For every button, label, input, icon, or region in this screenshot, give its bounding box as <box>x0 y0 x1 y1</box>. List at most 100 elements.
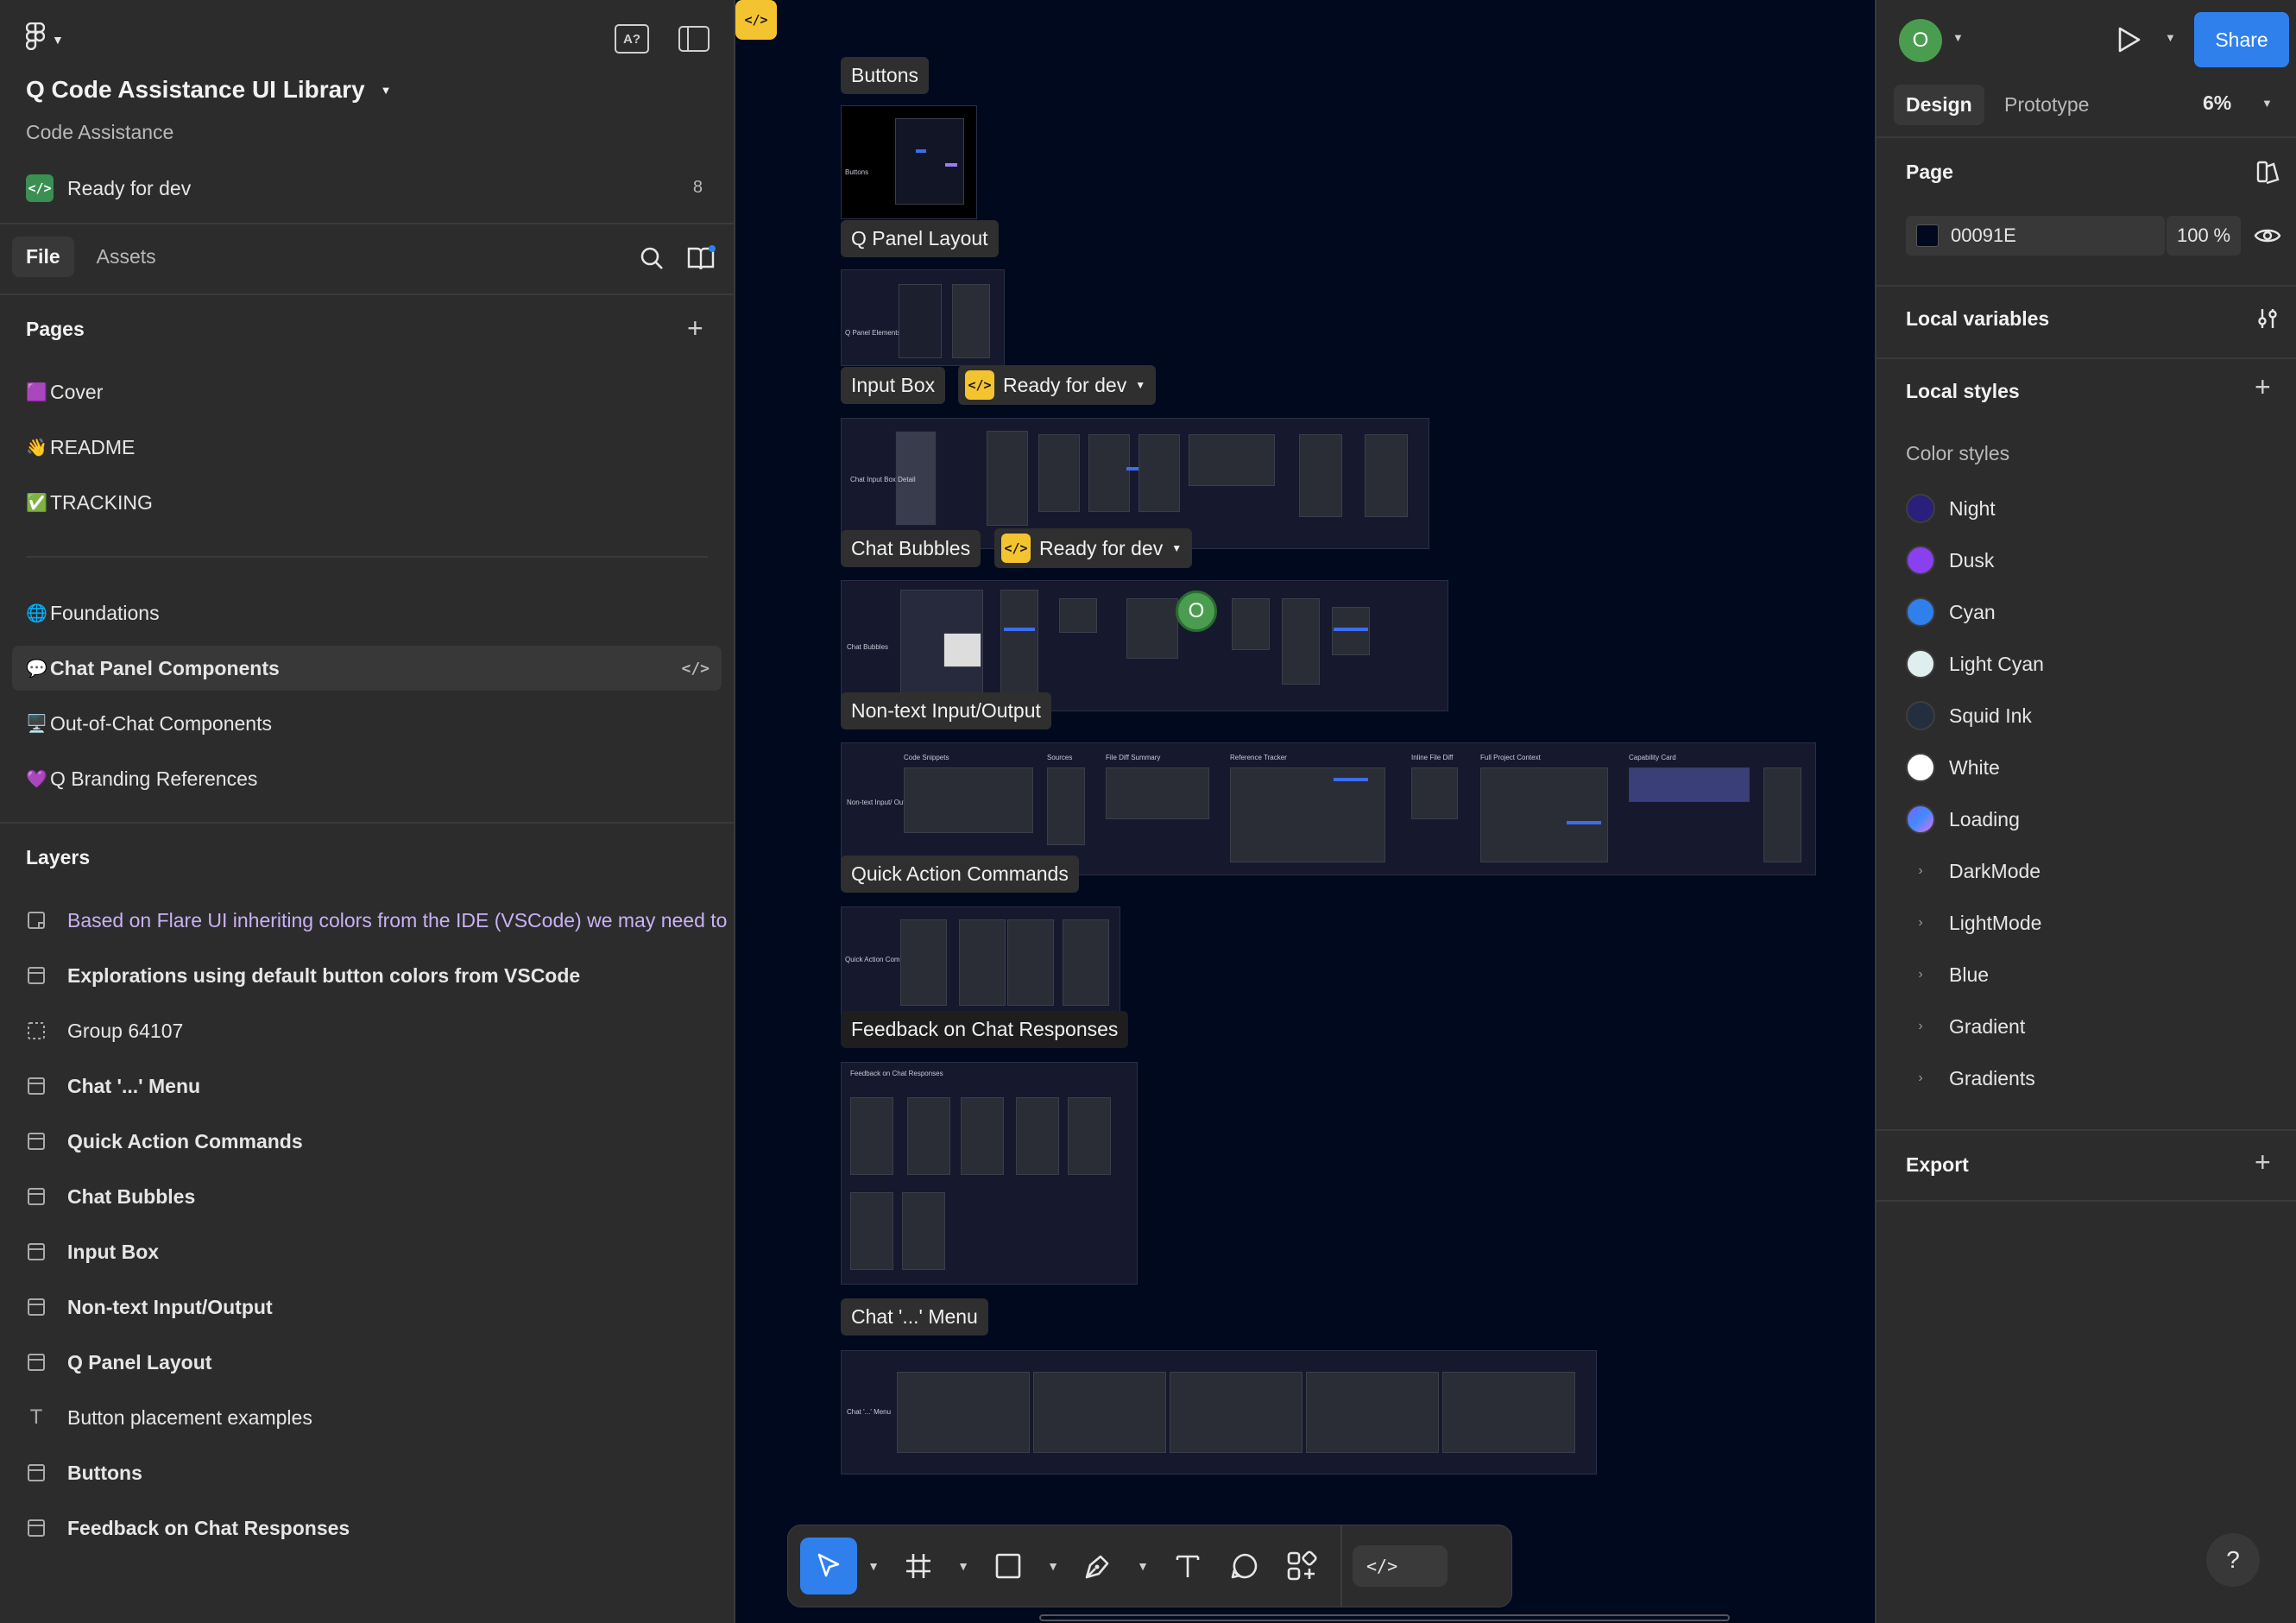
layer-item[interactable]: Chat '...' Menu <box>26 1063 735 1109</box>
page-styles-icon[interactable] <box>2255 159 2280 185</box>
chevron-right-icon: › <box>1918 1019 1923 1033</box>
opacity-value: 100 <box>2177 224 2209 246</box>
color-style-dusk[interactable]: Dusk <box>1906 539 2268 582</box>
move-tool-button[interactable] <box>800 1538 857 1595</box>
section-label-quick-action-commands[interactable]: Quick Action Commands <box>841 856 1079 893</box>
quick-action-commands-frame[interactable]: Quick Action Commands <box>841 906 1120 1019</box>
page-item-chat-panel-components[interactable]: 💬 Chat Panel Components </> <box>12 646 722 691</box>
layer-item[interactable]: Q Panel Layout <box>26 1339 735 1386</box>
tab-prototype[interactable]: Prototype <box>1992 85 2101 125</box>
layer-item[interactable]: Chat Bubbles <box>26 1173 735 1220</box>
layer-label: Chat '...' Menu <box>67 1074 201 1097</box>
chevron-down-icon[interactable]: ▼ <box>1952 31 1964 44</box>
page-heading: Page <box>1906 161 1953 183</box>
ready-for-dev-tag[interactable]: </> Ready for dev ▼ <box>958 365 1157 405</box>
color-style-cyan[interactable]: Cyan <box>1906 590 2268 634</box>
page-item-tracking[interactable]: ✅ TRACKING <box>12 480 722 525</box>
section-label-buttons[interactable]: Buttons <box>841 57 929 94</box>
chevron-down-icon[interactable]: ▼ <box>947 1538 980 1595</box>
eye-icon[interactable] <box>2253 221 2282 250</box>
frame-label: Feedback on Chat Responses <box>850 1070 943 1077</box>
section-label-feedback-on-chat-responses[interactable]: Feedback on Chat Responses <box>841 1011 1129 1048</box>
tab-assets[interactable]: Assets <box>83 237 170 277</box>
shape-tool-button[interactable] <box>980 1538 1037 1595</box>
style-group-darkmode[interactable]: › DarkMode <box>1906 849 2268 893</box>
actions-tool-button[interactable] <box>1273 1538 1330 1595</box>
pen-tool-button[interactable] <box>1069 1538 1126 1595</box>
dev-code-icon[interactable]: </> <box>735 0 777 40</box>
tab-file[interactable]: File <box>12 237 74 277</box>
page-item-out-of-chat-components[interactable]: 🖥️ Out-of-Chat Components <box>12 701 722 746</box>
fill-swatch[interactable] <box>1916 224 1939 247</box>
layer-item[interactable]: Quick Action Commands <box>26 1118 735 1165</box>
ready-for-dev-tag[interactable]: </> Ready for dev ▼ <box>994 528 1193 568</box>
main-menu-button[interactable]: ▼ <box>25 22 64 56</box>
collaborator-avatar[interactable]: O <box>1176 590 1217 632</box>
style-group-blue[interactable]: › Blue <box>1906 953 2268 996</box>
layer-item[interactable]: T Button placement examples <box>26 1394 735 1441</box>
user-avatar[interactable]: O <box>1899 19 1942 62</box>
tab-design[interactable]: Design <box>1894 85 1984 125</box>
search-icon[interactable] <box>637 243 666 273</box>
color-style-night[interactable]: Night <box>1906 487 2268 530</box>
chevron-down-icon[interactable]: ▼ <box>1037 1538 1069 1595</box>
add-style-icon[interactable]: + <box>2255 373 2271 401</box>
zoom-level[interactable]: 6% <box>2203 92 2231 115</box>
frame-tool-button[interactable] <box>890 1538 947 1595</box>
comment-tool-button[interactable] <box>1216 1538 1273 1595</box>
buttons-frame[interactable]: Buttons <box>841 105 977 219</box>
layer-item[interactable]: Input Box <box>26 1228 735 1275</box>
sidebar-toggle-icon[interactable] <box>678 26 710 52</box>
text-tool-button[interactable] <box>1159 1538 1216 1595</box>
color-style-white[interactable]: White <box>1906 746 2268 789</box>
page-label: Out-of-Chat Components <box>50 711 272 735</box>
horizontal-scrollbar[interactable] <box>1039 1614 1730 1621</box>
ai-toggle-icon[interactable]: A? <box>615 24 649 54</box>
chevron-down-icon[interactable]: ▼ <box>2165 31 2176 44</box>
chevron-down-icon[interactable]: ▼ <box>1126 1538 1159 1595</box>
local-variables-heading[interactable]: Local variables <box>1906 307 2049 331</box>
section-label-non-text-input-output[interactable]: Non-text Input/Output <box>841 692 1051 729</box>
layer-item[interactable]: Explorations using default button colors… <box>26 952 735 999</box>
page-item-foundations[interactable]: 🌐 Foundations <box>12 590 722 635</box>
layer-item[interactable]: Group 64107 <box>26 1007 735 1054</box>
cursor-icon <box>817 1553 840 1577</box>
page-opacity-input[interactable]: 100 % <box>2167 216 2241 256</box>
color-style-squid-ink[interactable]: Squid Ink <box>1906 694 2268 737</box>
present-icon[interactable] <box>2113 24 2144 55</box>
section-label-chat-bubbles[interactable]: Chat Bubbles <box>841 530 981 567</box>
section-label-q-panel-layout[interactable]: Q Panel Layout <box>841 220 999 257</box>
q-panel-layout-frame[interactable]: Q Panel Elements <box>841 269 1005 366</box>
library-icon[interactable] <box>685 243 716 273</box>
ready-for-dev-status[interactable]: </> Ready for dev <box>26 174 191 202</box>
add-export-icon[interactable]: + <box>2255 1148 2271 1176</box>
layer-item[interactable]: Non-text Input/Output <box>26 1284 735 1330</box>
feedback-frame[interactable]: Feedback on Chat Responses <box>841 1062 1138 1285</box>
variables-icon[interactable] <box>2255 306 2280 332</box>
pages-divider <box>26 556 708 558</box>
figma-logo-icon <box>25 22 46 56</box>
chevron-down-icon[interactable]: ▼ <box>857 1538 890 1595</box>
color-style-loading[interactable]: Loading <box>1906 798 2268 841</box>
chat-menu-frame[interactable]: Chat '...' Menu <box>841 1350 1597 1475</box>
style-group-lightmode[interactable]: › LightMode <box>1906 901 2268 944</box>
help-button[interactable]: ? <box>2206 1533 2260 1587</box>
page-item-cover[interactable]: 🟪 Cover <box>12 369 722 414</box>
layer-item[interactable]: Based on Flare UI inheriting colors from… <box>26 897 735 944</box>
add-page-icon[interactable]: + <box>687 314 703 342</box>
layer-item[interactable]: Feedback on Chat Responses <box>26 1505 735 1551</box>
section-label-input-box[interactable]: Input Box <box>841 367 946 404</box>
design-canvas[interactable]: Buttons </> Buttons Q Panel Layout Q Pan… <box>735 0 1875 1623</box>
style-group-gradient[interactable]: › Gradient <box>1906 1005 2268 1048</box>
style-group-gradients[interactable]: › Gradients <box>1906 1057 2268 1100</box>
share-button[interactable]: Share <box>2194 12 2289 67</box>
layer-item[interactable]: Buttons <box>26 1449 735 1496</box>
section-label-chat-menu[interactable]: Chat '...' Menu <box>841 1298 988 1336</box>
page-item-q-branding-references[interactable]: 💜 Q Branding References <box>12 756 722 801</box>
page-item-readme[interactable]: 👋 README <box>12 425 722 470</box>
file-title[interactable]: Q Code Assistance UI Library ▼ <box>26 76 392 104</box>
color-style-light-cyan[interactable]: Light Cyan <box>1906 642 2268 685</box>
dev-mode-toggle[interactable]: </> <box>1353 1545 1448 1587</box>
page-fill-input[interactable]: 00091E <box>1906 216 2165 256</box>
chevron-down-icon[interactable]: ▼ <box>2261 97 2273 110</box>
